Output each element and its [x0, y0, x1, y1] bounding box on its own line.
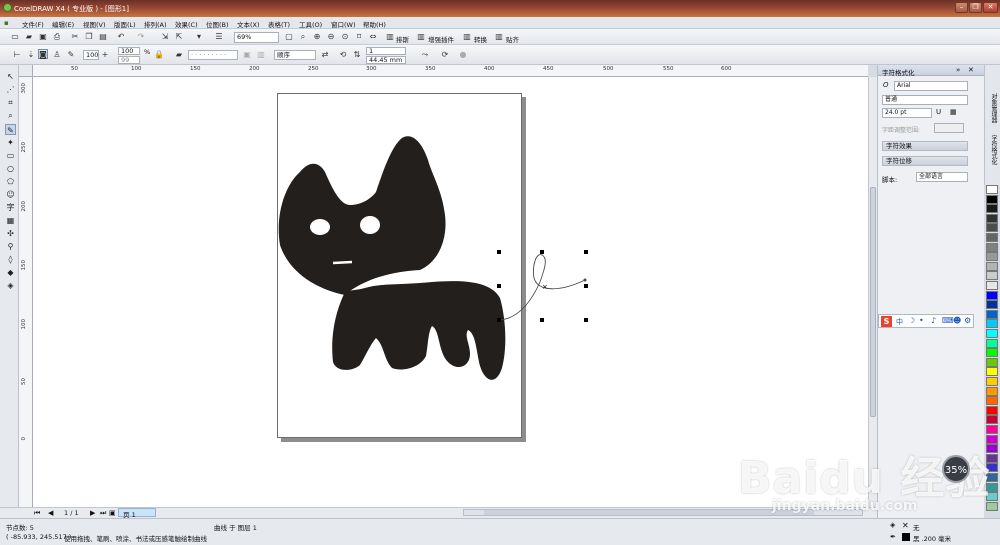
- punctuation-icon[interactable]: •: [919, 316, 924, 325]
- character-format-tab[interactable]: 字符格式化: [989, 135, 998, 165]
- node-count: 节点数: 5: [6, 524, 34, 532]
- fill-status: 无: [913, 524, 920, 532]
- underline-icon[interactable]: U: [936, 108, 941, 116]
- no-fill-icon: ✕: [902, 521, 909, 530]
- sogou-ime-icon[interactable]: S: [881, 316, 892, 327]
- outline-pen-icon: ✒: [890, 533, 896, 541]
- palette-swatch[interactable]: [986, 425, 998, 434]
- palette-swatch[interactable]: [986, 300, 998, 310]
- status-bar: 节点数: 5 曲线 于 图层 1 ( -85.933, 245.517 ) 使用…: [0, 518, 1000, 545]
- docker-title: 字符格式化: [882, 69, 915, 77]
- outline-status: 黑 .200 毫米: [913, 535, 952, 543]
- last-page-icon[interactable]: ⏭: [100, 509, 106, 518]
- baidu-watermark-url: jingyan.baidu.com: [772, 498, 918, 514]
- microphone-icon[interactable]: ♪: [931, 316, 936, 325]
- docker-header: 字符格式化 » ✕: [878, 65, 985, 77]
- progress-badge[interactable]: 35%: [942, 455, 970, 483]
- script-label: 脚本:: [882, 176, 898, 184]
- character-offset-section[interactable]: 字符位移: [882, 156, 968, 166]
- kerning-label: 字距调整范围:: [882, 127, 921, 134]
- tool-hint: 使用拖拽、笔刷、喷涂、书法或压感笔触绘制曲线: [64, 535, 207, 543]
- handle-tc: [540, 250, 544, 254]
- cat-left-eye: [310, 219, 330, 235]
- palette-swatch[interactable]: [986, 396, 998, 406]
- character-effects-section[interactable]: 字符效果: [882, 141, 968, 151]
- palette-swatch[interactable]: [986, 233, 998, 242]
- cursor-coordinates: ( -85.933, 245.517 ): [6, 533, 72, 541]
- palette-swatch[interactable]: [986, 261, 998, 271]
- fill-bucket-icon: ◈: [890, 521, 896, 529]
- ime-mode[interactable]: 中: [896, 317, 903, 327]
- ime-toolbar[interactable]: S 中 ☽ • ♪ ⌨ ☻ ⚙: [878, 314, 974, 328]
- palette-swatch[interactable]: [986, 213, 998, 223]
- user-icon[interactable]: ☻: [953, 316, 961, 325]
- palette-swatch[interactable]: [986, 309, 998, 319]
- font-size-input[interactable]: 24.0 pt: [882, 108, 932, 118]
- handle-bc: [540, 318, 544, 322]
- script-select[interactable]: 全部语言: [916, 172, 968, 182]
- first-page-icon[interactable]: ⏮: [34, 509, 40, 518]
- page-tab[interactable]: 页 1: [118, 508, 156, 519]
- handle-tl: [497, 250, 501, 254]
- highlight-icon[interactable]: ▦: [950, 108, 957, 116]
- palette-swatch[interactable]: [986, 338, 998, 348]
- palette-swatch[interactable]: [986, 319, 998, 329]
- moon-icon[interactable]: ☽: [908, 316, 915, 325]
- palette-swatch[interactable]: [986, 242, 998, 252]
- center-marker: ×: [542, 283, 548, 291]
- cat-mouth: [332, 260, 353, 265]
- handle-bl: [497, 318, 501, 322]
- cat-body-shape: [332, 281, 506, 380]
- palette-swatch[interactable]: [986, 329, 998, 338]
- docker-expand-icon[interactable]: »: [956, 66, 960, 74]
- object-manager-tab[interactable]: 对象管理器: [989, 93, 998, 123]
- palette-swatch[interactable]: [986, 357, 998, 367]
- font-style-select[interactable]: 普通: [882, 95, 968, 105]
- object-info: 曲线 于 图层 1: [214, 524, 257, 532]
- palette-swatch[interactable]: [986, 290, 998, 300]
- docker-close-icon[interactable]: ✕: [968, 66, 974, 74]
- add-page-icon[interactable]: ▣: [109, 509, 116, 517]
- cat-head-shape: [278, 136, 446, 295]
- font-family-select[interactable]: Arial: [894, 81, 968, 91]
- kerning-input[interactable]: [934, 123, 964, 133]
- page-counter: 1 / 1: [64, 509, 79, 517]
- handle-tr: [584, 250, 588, 254]
- palette-swatch[interactable]: [986, 223, 998, 233]
- palette-swatch[interactable]: [986, 204, 998, 214]
- docker-tabs: 对象管理器 字符格式化: [984, 65, 1000, 185]
- prev-page-icon[interactable]: ◀: [48, 509, 53, 517]
- palette-swatch[interactable]: [986, 194, 998, 204]
- next-page-icon[interactable]: ▶: [90, 509, 95, 517]
- handle-mr: [584, 284, 588, 288]
- palette-swatch[interactable]: [986, 386, 998, 396]
- outline-color-swatch: [902, 533, 910, 541]
- cat-right-eye: [360, 216, 380, 234]
- palette-swatch[interactable]: [986, 405, 998, 415]
- palette-swatch[interactable]: [986, 367, 998, 377]
- vertical-scroll-thumb[interactable]: [870, 187, 876, 417]
- palette-swatch[interactable]: [986, 348, 998, 358]
- keyboard-icon[interactable]: ⌨: [942, 316, 954, 325]
- handle-br: [584, 318, 588, 322]
- tail-end-node: [583, 278, 587, 282]
- font-type-icon: O: [883, 81, 889, 89]
- palette-swatch[interactable]: [986, 415, 998, 425]
- palette-swatch[interactable]: [986, 281, 998, 290]
- palette-swatch[interactable]: [986, 185, 998, 194]
- palette-swatch[interactable]: [986, 271, 998, 281]
- handle-ml: [497, 284, 501, 288]
- horizontal-scroll-thumb[interactable]: [484, 510, 814, 515]
- palette-swatch[interactable]: [986, 252, 998, 262]
- tools-icon[interactable]: ⚙: [964, 316, 971, 325]
- palette-swatch[interactable]: [986, 377, 998, 386]
